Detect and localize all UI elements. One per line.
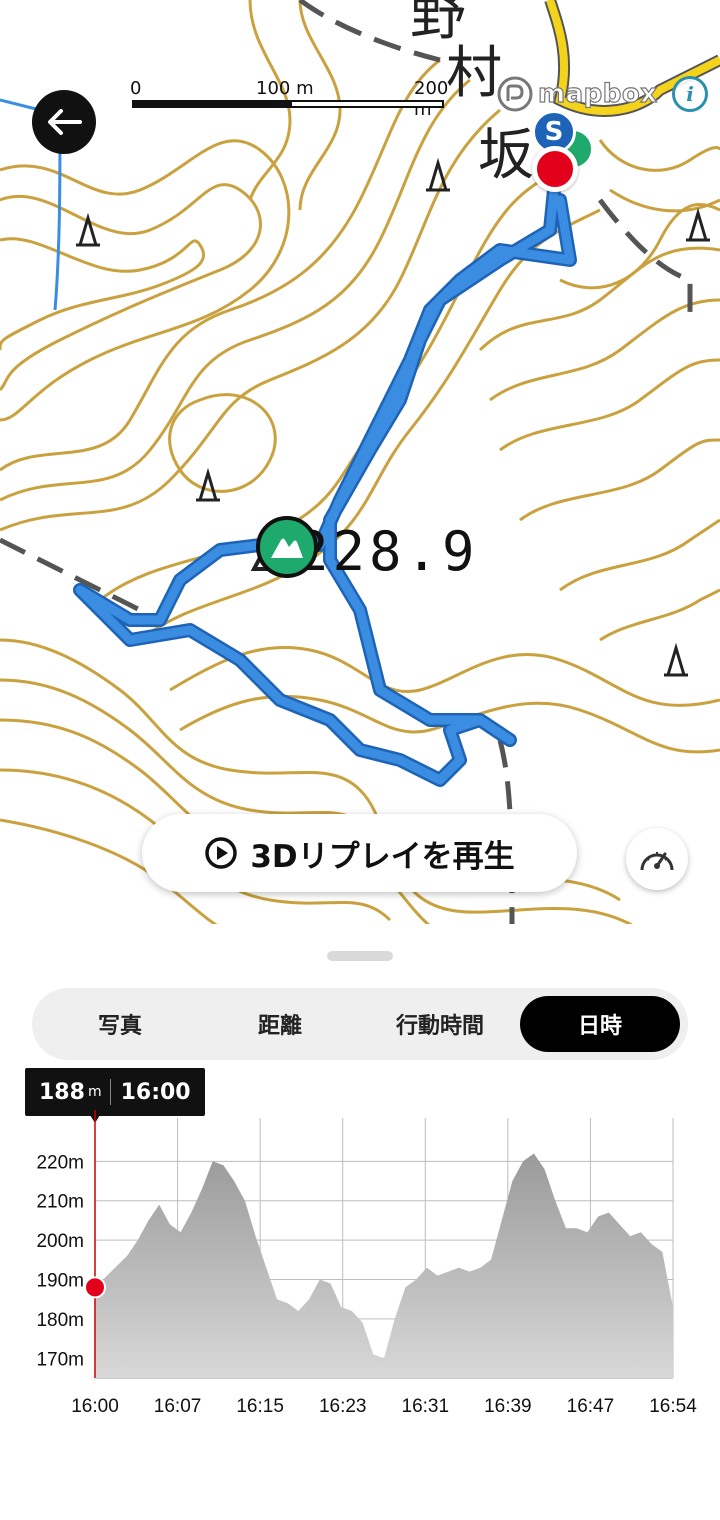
place-char: 坂	[478, 123, 534, 188]
chart-cursor-dot[interactable]	[84, 1276, 106, 1299]
3d-replay-button[interactable]: 3Dリプレイを再生	[142, 814, 577, 892]
x-tick-label: 16:31	[402, 1396, 450, 1417]
arrow-left-icon	[48, 109, 82, 135]
sheet-drag-handle[interactable]	[327, 951, 393, 961]
x-axis-labels: 16:00 16:07 16:15 16:23 16:31 16:39 16:47 16:54	[71, 1396, 697, 1417]
scale-label-200: 200 m	[414, 78, 449, 120]
current-position-marker	[532, 146, 578, 192]
scale-label-100: 100 m	[256, 78, 314, 99]
x-tick-label: 16:39	[484, 1396, 532, 1417]
x-tick-label: 16:15	[236, 1396, 284, 1417]
y-tick-label: 210m	[36, 1192, 84, 1213]
y-tick-label: 180m	[36, 1310, 84, 1331]
y-tick-label: 190m	[36, 1271, 84, 1292]
x-tick-label: 16:00	[71, 1396, 119, 1417]
tab-photos[interactable]: 写真	[40, 996, 200, 1052]
chart-mode-tabs: 写真 距離 行動時間 日時	[32, 988, 688, 1060]
x-tick-label: 16:47	[567, 1396, 615, 1417]
mapbox-logo: mapbox	[496, 74, 658, 114]
scale-bar-graphic	[132, 100, 444, 108]
y-tick-label: 220m	[36, 1152, 84, 1173]
y-axis-labels: 170m 180m 190m 200m 210m 220m	[36, 1152, 84, 1370]
x-tick-label: 16:07	[154, 1396, 202, 1417]
back-button[interactable]	[32, 90, 96, 154]
x-tick-label: 16:54	[649, 1396, 697, 1417]
play-circle-icon	[205, 837, 238, 869]
x-tick-label: 16:23	[319, 1396, 367, 1417]
scale-label-0: 0	[130, 78, 142, 99]
tooltip-time: 16:00	[120, 1079, 191, 1105]
elevation-chart[interactable]: 170m 180m 190m 200m 210m 220m 16:00 16:07 16:15…	[0, 1110, 720, 1420]
tab-distance[interactable]: 距離	[200, 996, 360, 1052]
tooltip-elevation: 188	[39, 1079, 85, 1105]
elevation-area	[95, 1153, 673, 1378]
map-view[interactable]: 野 村 坂 228.9 S 0 100 m 200 m mapbox i 3Dリ…	[0, 0, 720, 960]
speedometer-icon	[640, 852, 674, 871]
place-char: 村	[446, 41, 502, 106]
route-track	[75, 165, 575, 785]
tooltip-divider	[109, 1079, 111, 1105]
speed-button[interactable]	[626, 828, 688, 890]
scale-bar: 0 100 m 200 m	[130, 78, 448, 120]
tab-datetime[interactable]: 日時	[520, 996, 680, 1052]
mountain-icon	[271, 538, 303, 558]
tooltip-elevation-unit: m	[87, 1084, 102, 1100]
replay-label: 3Dリプレイを再生	[250, 838, 515, 875]
y-tick-label: 200m	[36, 1231, 84, 1252]
y-tick-label: 170m	[36, 1349, 84, 1370]
tab-activity-time[interactable]: 行動時間	[360, 996, 520, 1052]
attribution-info-button[interactable]: i	[672, 76, 708, 112]
chart-tooltip: 188 m 16:00	[25, 1068, 205, 1116]
mapbox-icon	[497, 76, 533, 112]
summit-marker[interactable]	[256, 516, 318, 578]
